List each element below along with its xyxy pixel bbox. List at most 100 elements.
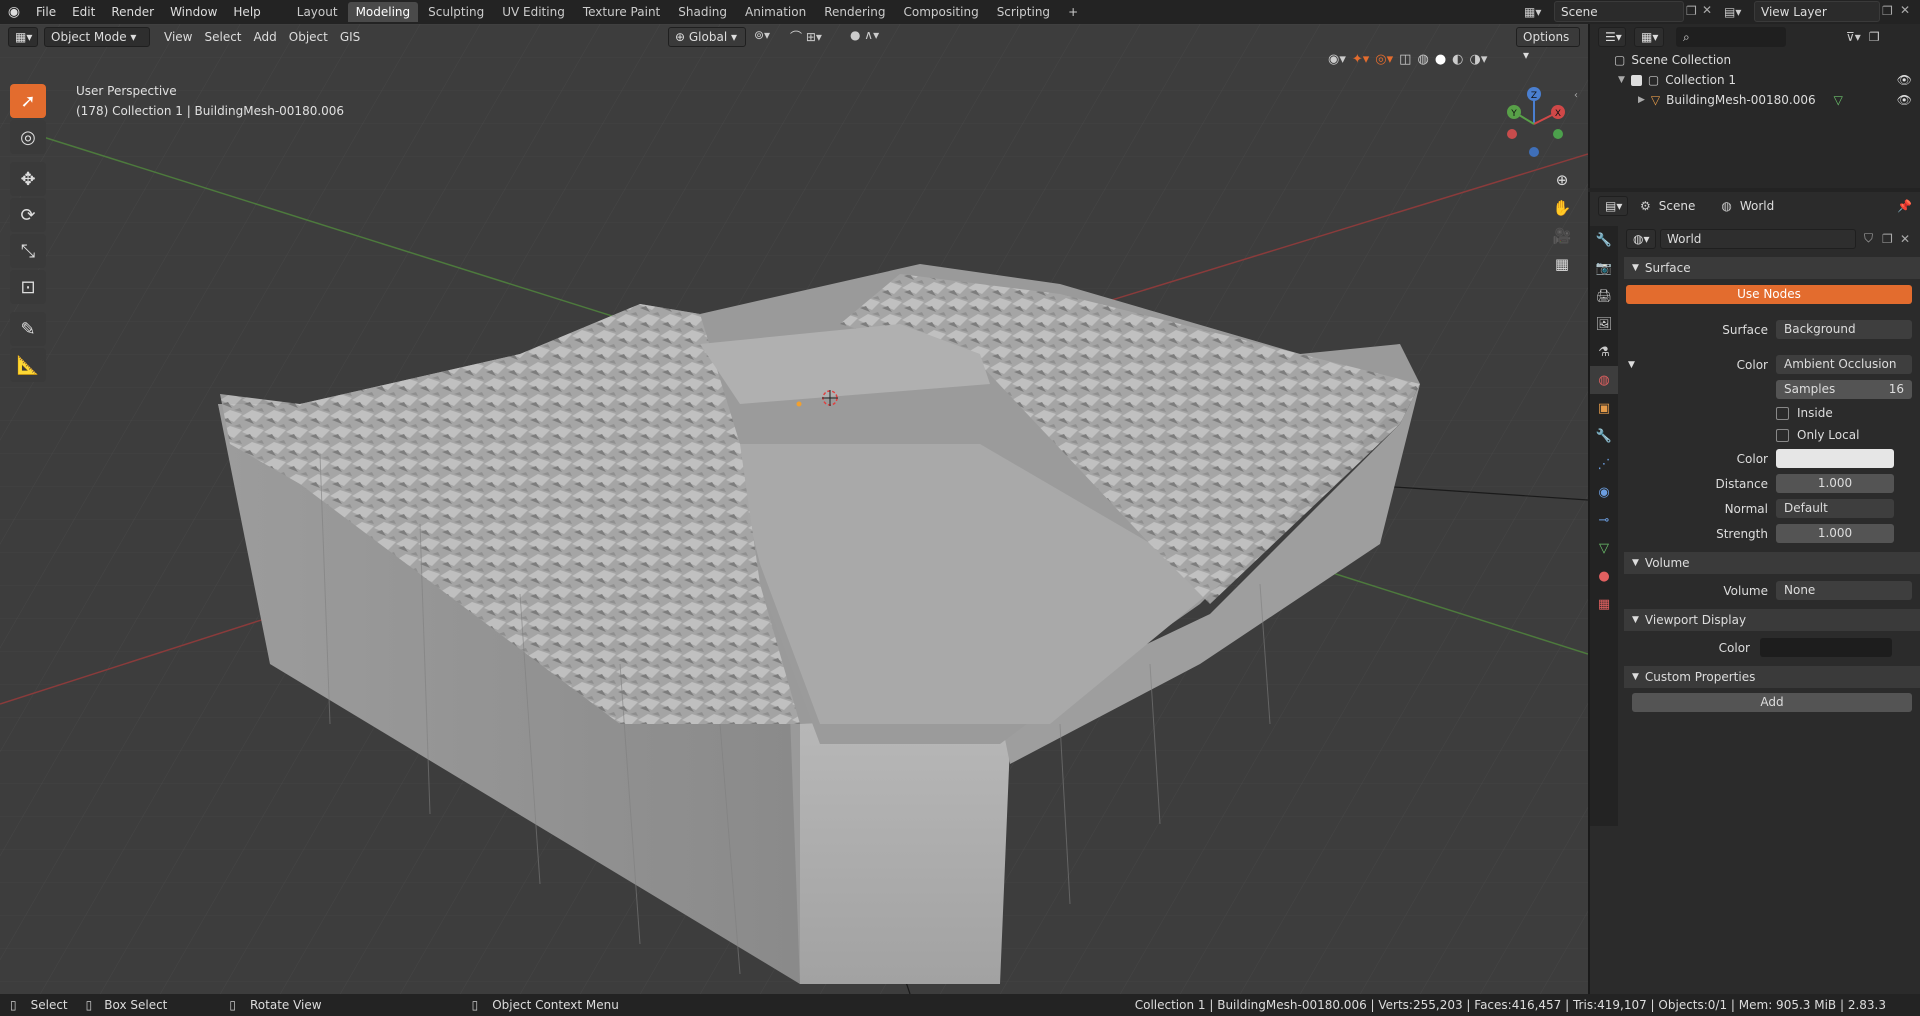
- add-workspace-icon[interactable]: +: [1060, 2, 1080, 22]
- physics-tab-icon[interactable]: ◉: [1590, 478, 1618, 506]
- tab-texture-paint[interactable]: Texture Paint: [575, 2, 668, 22]
- expand-arrow-icon[interactable]: ▼: [1618, 75, 1625, 85]
- volume-panel-header[interactable]: ▼ Volume: [1624, 552, 1920, 574]
- new-collection-icon[interactable]: ❐: [1869, 30, 1880, 44]
- world-browse-icon[interactable]: ◍▾: [1626, 228, 1656, 249]
- tab-modeling[interactable]: Modeling: [347, 2, 419, 22]
- strength-field[interactable]: 1.000: [1776, 524, 1894, 543]
- menu-object[interactable]: Object: [283, 27, 334, 47]
- display-mode-dropdown[interactable]: ▦▾: [1634, 27, 1664, 47]
- view-layer-tab-icon[interactable]: 🖼: [1590, 310, 1618, 338]
- output-tab-icon[interactable]: 🖨: [1590, 282, 1618, 310]
- menu-edit[interactable]: Edit: [64, 0, 103, 24]
- delete-scene-icon[interactable]: ✕: [1702, 3, 1712, 17]
- outliner-row-collection[interactable]: ▼ ▢ Collection 1 👁: [1590, 70, 1920, 90]
- viewport-display-panel-header[interactable]: ▼ Viewport Display: [1624, 609, 1920, 631]
- color-input-dropdown[interactable]: Ambient Occlusion: [1776, 355, 1912, 374]
- pin-icon[interactable]: 📌: [1897, 199, 1912, 213]
- use-nodes-button[interactable]: Use Nodes: [1626, 285, 1912, 304]
- tab-scripting[interactable]: Scripting: [989, 2, 1058, 22]
- menu-window[interactable]: Window: [162, 0, 225, 24]
- scene-selector-icon[interactable]: ▦▾: [1524, 2, 1550, 22]
- collection-checkbox[interactable]: [1630, 74, 1642, 86]
- navigation-gizmo[interactable]: Z X Y: [1500, 84, 1570, 164]
- tab-shading[interactable]: Shading: [670, 2, 735, 22]
- new-scene-icon[interactable]: ❐: [1686, 4, 1697, 18]
- tab-layout[interactable]: Layout: [289, 2, 346, 22]
- material-shading-icon[interactable]: ◐: [1452, 52, 1463, 67]
- camera-view-icon[interactable]: 🎥: [1550, 224, 1574, 248]
- tool-tab-icon[interactable]: 🔧: [1590, 226, 1618, 254]
- editor-type-dropdown[interactable]: ▦▾: [8, 27, 38, 47]
- outliner-row-object[interactable]: ▶ ▽ BuildingMesh-00180.006 ▽ 👁: [1590, 90, 1920, 110]
- visibility-eye-icon[interactable]: 👁: [1897, 93, 1912, 107]
- gizmo-toggle-icon[interactable]: ✦▾: [1352, 52, 1369, 67]
- modifier-tab-icon[interactable]: 🔧: [1590, 422, 1618, 450]
- xray-icon[interactable]: ◫: [1399, 52, 1411, 67]
- constraints-tab-icon[interactable]: ⊸: [1590, 506, 1618, 534]
- visibility-eye-icon[interactable]: 👁: [1897, 73, 1912, 87]
- distance-field[interactable]: 1.000: [1776, 474, 1894, 493]
- volume-shader-dropdown[interactable]: None: [1776, 581, 1912, 600]
- mesh-data-tab-icon[interactable]: ▽: [1590, 534, 1618, 562]
- ao-color-swatch[interactable]: [1776, 449, 1894, 468]
- menu-view[interactable]: View: [158, 27, 198, 47]
- render-tab-icon[interactable]: 📷: [1590, 254, 1618, 282]
- filter-icon[interactable]: ⊽▾: [1846, 30, 1861, 44]
- menu-help[interactable]: Help: [225, 0, 268, 24]
- only-local-checkbox-wrap[interactable]: Only Local: [1776, 428, 1859, 442]
- vd-color-swatch[interactable]: [1760, 638, 1892, 657]
- scene-selector[interactable]: Scene: [1554, 1, 1684, 22]
- object-tab-icon[interactable]: ▣: [1590, 394, 1618, 422]
- texture-tab-icon[interactable]: ▦: [1590, 590, 1618, 618]
- pivot-icon[interactable]: ⊚▾: [754, 28, 770, 42]
- proportional-edit-icon[interactable]: ● ∧▾: [850, 28, 879, 42]
- tab-rendering[interactable]: Rendering: [816, 2, 893, 22]
- menu-file[interactable]: File: [28, 0, 64, 24]
- menu-add[interactable]: Add: [248, 27, 283, 47]
- cursor-tool-icon[interactable]: ◎: [10, 120, 46, 154]
- measure-tool-icon[interactable]: 📐: [10, 348, 46, 382]
- inside-checkbox-wrap[interactable]: Inside: [1776, 406, 1833, 420]
- view-layer-selector[interactable]: View Layer: [1754, 1, 1880, 22]
- solid-shading-icon[interactable]: ●: [1435, 52, 1446, 67]
- outliner-search[interactable]: ⌕: [1676, 27, 1786, 47]
- color-expand-icon[interactable]: ▼: [1628, 360, 1635, 370]
- overlays-icon[interactable]: ◎▾: [1375, 52, 1393, 67]
- expand-arrow-icon[interactable]: ▶: [1638, 95, 1645, 105]
- select-box-tool-icon[interactable]: ➚: [10, 84, 46, 118]
- fake-user-icon[interactable]: ⛉: [1864, 231, 1873, 246]
- ortho-toggle-icon[interactable]: ▦: [1550, 252, 1574, 276]
- 3d-viewport[interactable]: ▦▾ Object Mode ▾ View Select Add Object …: [0, 24, 1588, 994]
- zoom-icon[interactable]: ⊕: [1550, 168, 1574, 192]
- add-property-button[interactable]: Add: [1632, 693, 1912, 712]
- scale-tool-icon[interactable]: ⤡: [10, 234, 46, 268]
- surface-panel-header[interactable]: ▼ Surface: [1624, 257, 1920, 279]
- world-name-field[interactable]: World: [1660, 228, 1856, 249]
- menu-gis[interactable]: GIS: [334, 27, 366, 47]
- outliner-row-scene-collection[interactable]: ▢ Scene Collection: [1590, 50, 1920, 70]
- wireframe-shading-icon[interactable]: ◍: [1417, 52, 1428, 67]
- scene-tab-icon[interactable]: ⚗: [1590, 338, 1618, 366]
- new-world-icon[interactable]: ❐: [1882, 232, 1893, 246]
- normal-dropdown[interactable]: Default: [1776, 499, 1894, 518]
- visibility-icon[interactable]: ◉▾: [1328, 52, 1346, 67]
- only-local-checkbox[interactable]: [1776, 428, 1789, 442]
- custom-properties-panel-header[interactable]: ▼ Custom Properties: [1624, 666, 1920, 688]
- tab-sculpting[interactable]: Sculpting: [420, 2, 492, 22]
- rotate-tool-icon[interactable]: ⟳: [10, 198, 46, 232]
- pan-hand-icon[interactable]: ✋: [1550, 196, 1574, 220]
- particles-tab-icon[interactable]: ⋰: [1590, 450, 1618, 478]
- viewport-scene[interactable]: [0, 24, 1588, 994]
- breadcrumb-world[interactable]: World: [1740, 199, 1774, 213]
- properties-editor-type[interactable]: ▤▾: [1598, 196, 1628, 216]
- tab-animation[interactable]: Animation: [737, 2, 814, 22]
- tab-uv-editing[interactable]: UV Editing: [494, 2, 573, 22]
- transform-tool-icon[interactable]: ⊡: [10, 270, 46, 304]
- unlink-world-icon[interactable]: ✕: [1900, 232, 1910, 246]
- menu-render[interactable]: Render: [103, 0, 162, 24]
- blender-logo-icon[interactable]: ◉: [0, 0, 28, 24]
- material-tab-icon[interactable]: ●: [1590, 562, 1618, 590]
- breadcrumb-scene[interactable]: Scene: [1659, 199, 1696, 213]
- delete-view-layer-icon[interactable]: ✕: [1900, 3, 1910, 17]
